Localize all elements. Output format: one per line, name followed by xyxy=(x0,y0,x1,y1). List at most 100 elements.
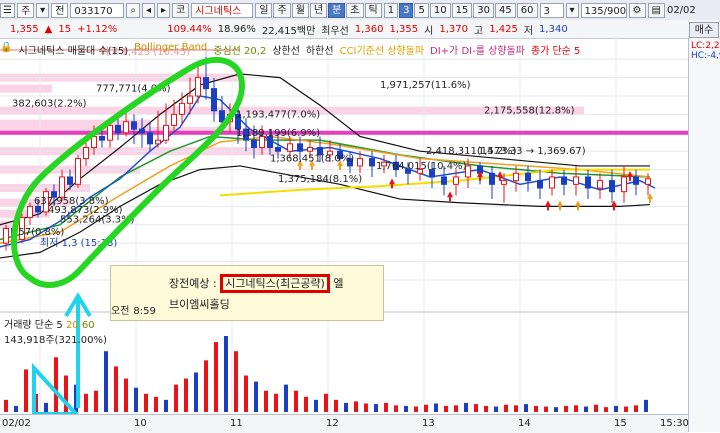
x-axis-label: 14 xyxy=(518,418,531,429)
period-button-0[interactable]: 일 xyxy=(255,2,273,18)
period-button-5[interactable]: 초 xyxy=(346,2,364,18)
interval-dropdown-icon[interactable]: ▾ xyxy=(565,2,579,18)
interval-input[interactable]: 3 xyxy=(539,2,564,18)
change-percent: +1.12% xyxy=(77,23,118,35)
interval-button-60[interactable]: 60 xyxy=(516,2,538,18)
stock-code-input[interactable]: 033170 xyxy=(70,2,125,18)
candle-body xyxy=(187,95,193,104)
volume-value: 143,918주(321.00%) xyxy=(4,335,107,346)
period-button-1[interactable]: 주 xyxy=(273,2,291,18)
volume-bar xyxy=(454,405,458,412)
signal-arrow xyxy=(545,200,551,207)
volume-bar xyxy=(314,399,318,412)
candle-body xyxy=(645,178,651,185)
signal-arrow-stem xyxy=(339,165,341,170)
period-button-6[interactable]: 틱 xyxy=(364,2,382,18)
tooltip-line2: 브이엠씨홀딩 xyxy=(169,298,230,311)
hc-label: HC:-4,9 xyxy=(691,51,720,61)
legend-center: 중심선 20,2 xyxy=(213,46,267,57)
price-chart[interactable]: 1,4201,4101,4001,3901,3801,3701,3601,350… xyxy=(0,38,688,414)
market-selector[interactable]: 전 xyxy=(51,2,69,18)
news-tooltip[interactable]: 장전예상 : 시그네틱스(최근공략) 엘 브이엠씨홀딩 오전 8:59 xyxy=(110,265,384,321)
volume-bar xyxy=(324,393,328,412)
candle-body xyxy=(155,139,161,145)
volume-bar xyxy=(584,406,588,412)
interval-button-5[interactable]: 5 xyxy=(414,2,429,18)
interval-button-30[interactable]: 30 xyxy=(473,2,495,18)
next-stock-icon[interactable]: ▸ xyxy=(157,2,171,18)
interval-button-3[interactable]: 3 xyxy=(399,2,414,18)
dropdown-icon[interactable]: ▾ xyxy=(36,2,50,18)
volume-bar xyxy=(574,405,578,412)
volume-ma60: 60 xyxy=(81,320,95,331)
price-annotation: 1,573.33 → 1,369.67) xyxy=(478,146,586,157)
volume-legend: 거래량 단순 5 20 60 143,918주(321.00%) xyxy=(4,316,107,346)
legend-cci: CCI기준선 상향돌파 xyxy=(339,46,425,57)
volume-bar xyxy=(464,402,468,412)
volume-bar xyxy=(534,405,538,412)
legend-bollinger: Bollinger Band xyxy=(134,42,208,53)
candle-body xyxy=(549,176,555,189)
volume-ma20: 20 xyxy=(65,320,79,331)
buy-button[interactable]: 매수 xyxy=(689,22,719,38)
signal-arrow-stem xyxy=(479,176,481,181)
cyan-arrow xyxy=(64,292,92,408)
board-label[interactable]: 코 xyxy=(172,2,190,18)
signal-arrow-stem xyxy=(311,165,313,170)
candle-body xyxy=(75,158,81,185)
stock-name[interactable]: 시그네틱스 xyxy=(191,2,254,18)
volume-bar xyxy=(24,369,28,412)
period-button-3[interactable]: 년 xyxy=(309,2,328,18)
layout-icon[interactable]: ▤ xyxy=(647,2,665,18)
count-input[interactable]: 135/900 xyxy=(580,2,627,18)
interval-button-15[interactable]: 15 xyxy=(451,2,473,18)
volume-bar xyxy=(94,390,98,412)
interval-button-1[interactable]: 1 xyxy=(383,2,399,18)
signal-arrow-stem xyxy=(577,206,579,211)
settings-icon[interactable]: ⚙ xyxy=(628,2,646,18)
volume-bar xyxy=(14,405,18,412)
candle-body xyxy=(107,124,113,141)
interval-button-45[interactable]: 45 xyxy=(495,2,516,18)
type-selector[interactable]: 주 xyxy=(16,2,35,18)
volume-bar xyxy=(514,405,518,412)
best-quote-label: 최우선 xyxy=(321,25,349,37)
search-icon[interactable]: ⌕ xyxy=(126,2,141,18)
signal-arrow-stem xyxy=(649,199,651,204)
price-annotation: 1,375,184(8.1%) xyxy=(278,174,362,185)
x-axis-label: 11 xyxy=(230,418,243,429)
x-axis-label: 15 xyxy=(614,418,627,429)
volume-bar xyxy=(434,403,438,412)
candle-body xyxy=(163,124,169,141)
tooltip-time: 8:59 xyxy=(133,306,156,317)
volume-bar xyxy=(614,405,618,412)
legend-lock-icon[interactable]: 🔒 xyxy=(0,42,12,57)
volume-bar xyxy=(344,402,348,412)
volume-bar xyxy=(154,396,158,412)
signal-arrow-stem xyxy=(449,197,451,202)
open-price: 1,370 xyxy=(439,23,468,35)
x-axis-label: 15:30 xyxy=(660,418,689,429)
prev-stock-icon[interactable]: ◂ xyxy=(142,2,156,18)
period-button-2[interactable]: 월 xyxy=(291,2,309,18)
volume-bar xyxy=(634,405,638,412)
volume-bar xyxy=(404,405,408,412)
tooltip-prefix: 장전예상 : xyxy=(169,277,221,290)
volume-bar xyxy=(414,406,418,412)
signal-arrow-stem xyxy=(299,165,301,170)
signal-arrow xyxy=(497,170,503,177)
volume-bar xyxy=(284,384,288,412)
period-button-4[interactable]: 분 xyxy=(328,2,346,18)
volume-bar xyxy=(444,405,448,412)
volume-bar xyxy=(354,401,358,412)
chart-legend: 🔒 시그네틱스 매물대 수(15) Bollinger Band 중심선 20,… xyxy=(0,42,581,57)
interval-button-10[interactable]: 10 xyxy=(429,2,451,18)
signal-arrow xyxy=(575,200,581,207)
menu-icon[interactable]: ☰ xyxy=(0,2,15,18)
volume-bar xyxy=(234,351,238,412)
price-annotation: 1,193,477(7.0%) xyxy=(236,109,320,120)
signal-arrow xyxy=(447,191,453,198)
volume-bar xyxy=(194,372,198,412)
price-annotation: 1,971,257(11.6%) xyxy=(380,80,471,91)
candle-body xyxy=(171,113,177,126)
